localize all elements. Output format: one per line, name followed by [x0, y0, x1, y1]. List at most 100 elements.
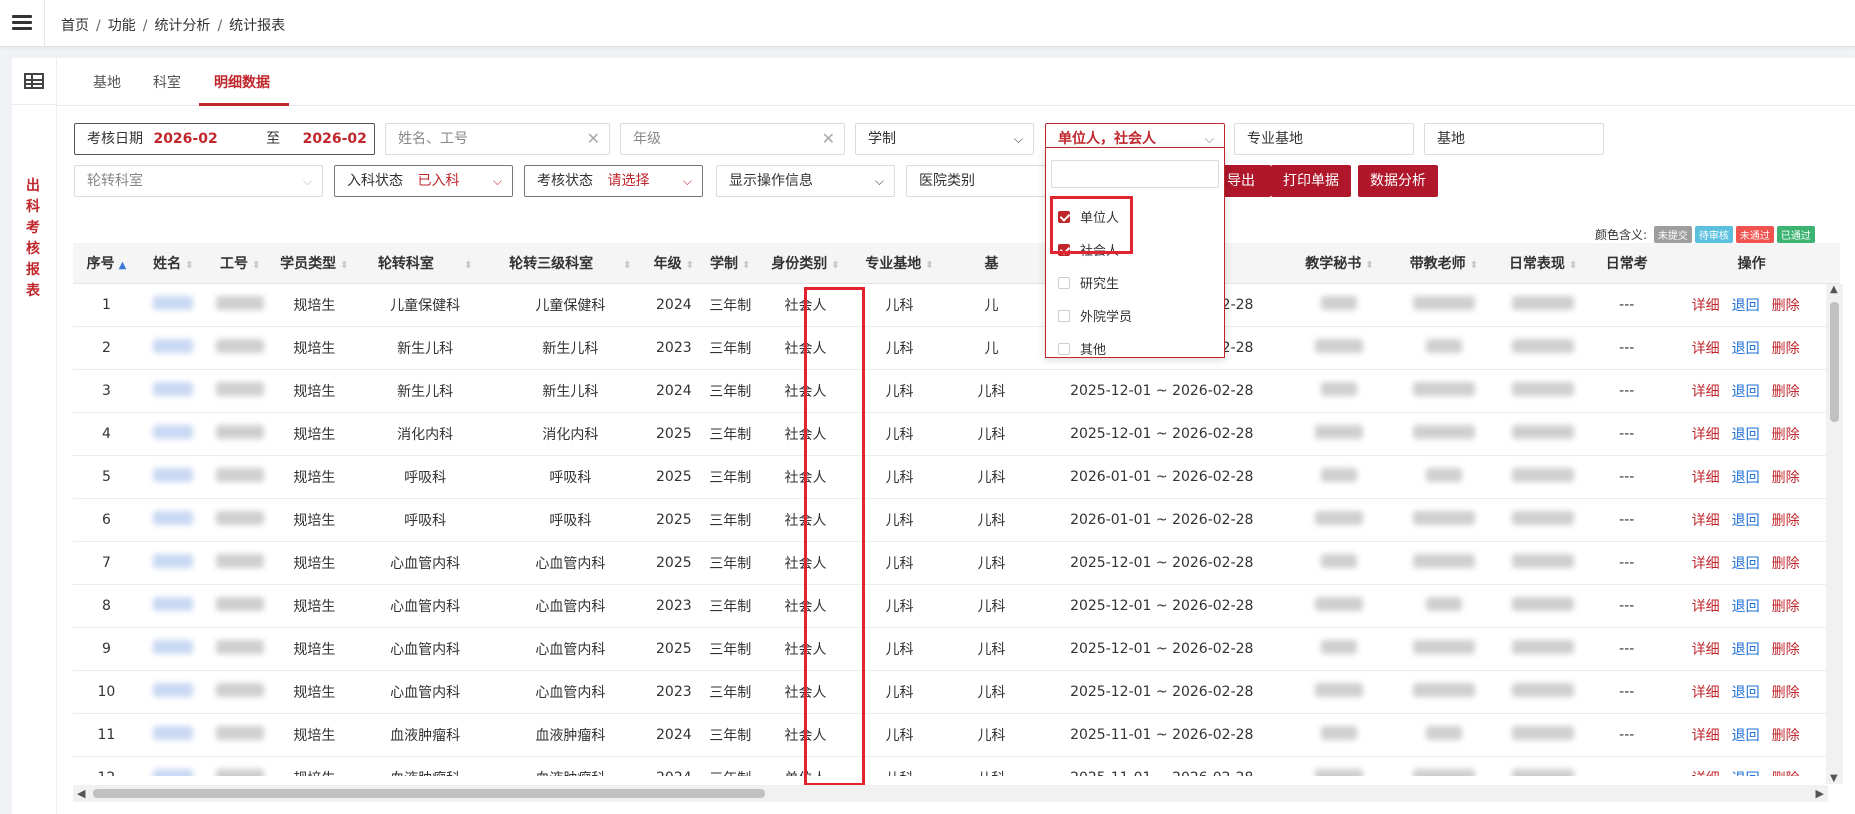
- name-link[interactable]: [153, 596, 194, 611]
- scrollbar-thumb[interactable]: [1830, 302, 1839, 422]
- name-link[interactable]: [153, 639, 194, 654]
- vertical-scrollbar[interactable]: ▲ ▼: [1826, 284, 1843, 784]
- col-header[interactable]: 学员类型 ⬍: [273, 243, 356, 284]
- data-analysis-button[interactable]: 数据分析: [1358, 165, 1438, 197]
- col-header[interactable]: 姓名 ⬍: [139, 243, 207, 284]
- scroll-down-icon[interactable]: ▼: [1830, 773, 1838, 784]
- cell-name[interactable]: [139, 670, 207, 714]
- back-link[interactable]: 退回: [1732, 470, 1760, 486]
- detail-link[interactable]: 详细: [1692, 685, 1720, 701]
- cell-name[interactable]: [139, 455, 207, 499]
- detail-link[interactable]: 详细: [1692, 513, 1720, 529]
- date-from[interactable]: 2026-02: [153, 131, 217, 147]
- name-link[interactable]: [153, 682, 194, 697]
- clear-icon[interactable]: ✕: [822, 124, 835, 154]
- checkbox-checked[interactable]: [1058, 244, 1070, 256]
- tab-detail[interactable]: 明细数据: [214, 72, 270, 92]
- name-link[interactable]: [153, 768, 194, 776]
- detail-link[interactable]: 详细: [1692, 728, 1720, 744]
- col-header[interactable]: 教学秘书 ⬍: [1287, 243, 1392, 284]
- breadcrumb-home[interactable]: 首页: [61, 18, 89, 34]
- back-link[interactable]: 退回: [1732, 728, 1760, 744]
- checkbox-checked[interactable]: [1058, 211, 1070, 223]
- name-link[interactable]: [153, 381, 194, 396]
- col-header[interactable]: 轮转三级科室 ⬍: [495, 243, 646, 284]
- back-link[interactable]: 退回: [1732, 599, 1760, 615]
- scroll-left-icon[interactable]: ◀: [77, 785, 85, 802]
- delete-link[interactable]: 删除: [1772, 384, 1800, 400]
- cell-name[interactable]: [139, 412, 207, 456]
- delete-link[interactable]: 删除: [1772, 341, 1800, 357]
- detail-link[interactable]: 详细: [1692, 470, 1720, 486]
- cell-name[interactable]: [139, 756, 207, 776]
- name-link[interactable]: [153, 553, 194, 568]
- detail-link[interactable]: 详细: [1692, 642, 1720, 658]
- back-link[interactable]: 退回: [1732, 513, 1760, 529]
- col-header[interactable]: 身份类别 ⬍: [758, 243, 853, 284]
- detail-link[interactable]: 详细: [1692, 556, 1720, 572]
- tab-base[interactable]: 基地: [93, 72, 121, 92]
- name-link[interactable]: [153, 725, 194, 740]
- scrollbar-thumb[interactable]: [93, 789, 765, 798]
- base-input[interactable]: 基地: [1424, 123, 1604, 155]
- report-title[interactable]: 出科考核报表: [26, 176, 42, 302]
- specialty-base-input[interactable]: 专业基地: [1234, 123, 1414, 155]
- date-range-picker[interactable]: 考核日期 2026-02 至 2026-02: [74, 123, 375, 155]
- detail-link[interactable]: 详细: [1692, 599, 1720, 615]
- back-link[interactable]: 退回: [1732, 556, 1760, 572]
- back-link[interactable]: 退回: [1732, 384, 1760, 400]
- scroll-up-icon[interactable]: ▲: [1830, 284, 1838, 295]
- cell-name[interactable]: [139, 541, 207, 585]
- cell-name[interactable]: [139, 326, 207, 370]
- back-link[interactable]: 退回: [1732, 427, 1760, 443]
- delete-link[interactable]: 删除: [1772, 771, 1800, 777]
- cell-name[interactable]: [139, 498, 207, 542]
- clear-icon[interactable]: ✕: [587, 124, 600, 154]
- col-header[interactable]: 带教老师 ⬍: [1391, 243, 1497, 284]
- col-header[interactable]: 年级 ⬍: [645, 243, 703, 284]
- breadcrumb-function[interactable]: 功能: [108, 18, 136, 34]
- name-link[interactable]: [153, 338, 194, 353]
- option-unit[interactable]: 单位人: [1058, 207, 1119, 226]
- cell-name[interactable]: [139, 627, 207, 671]
- detail-link[interactable]: 详细: [1692, 427, 1720, 443]
- tab-dept[interactable]: 科室: [153, 72, 181, 92]
- detail-link[interactable]: 详细: [1692, 771, 1720, 777]
- date-to[interactable]: 2026-02: [303, 131, 367, 147]
- breadcrumb-stats[interactable]: 统计分析: [154, 18, 210, 34]
- checkbox[interactable]: [1058, 310, 1070, 322]
- print-button[interactable]: 打印单据: [1271, 165, 1351, 197]
- delete-link[interactable]: 删除: [1772, 470, 1800, 486]
- scroll-right-icon[interactable]: ▶: [1816, 785, 1824, 802]
- col-header[interactable]: 轮转科室 ⬍: [355, 243, 496, 284]
- back-link[interactable]: 退回: [1732, 642, 1760, 658]
- col-header[interactable]: 工号 ⬍: [206, 243, 274, 284]
- back-link[interactable]: 退回: [1732, 685, 1760, 701]
- delete-link[interactable]: 删除: [1772, 427, 1800, 443]
- cell-name[interactable]: [139, 584, 207, 628]
- exam-status-select[interactable]: 考核状态 请选择 ⌵: [524, 165, 703, 197]
- dropdown-search-input[interactable]: [1051, 160, 1219, 188]
- system-select[interactable]: 学制 ⌵: [855, 123, 1034, 155]
- checkbox[interactable]: [1058, 277, 1070, 289]
- cell-name[interactable]: [139, 369, 207, 413]
- col-header[interactable]: 日常表现 ⬍: [1496, 243, 1591, 284]
- menu-icon[interactable]: [12, 15, 32, 31]
- delete-link[interactable]: 删除: [1772, 642, 1800, 658]
- horizontal-scrollbar[interactable]: ◀ ▶: [73, 785, 1828, 802]
- name-link[interactable]: [153, 467, 194, 482]
- entry-status-select[interactable]: 入科状态 已入科 ⌵: [334, 165, 513, 197]
- table-icon[interactable]: [24, 73, 44, 89]
- option-external[interactable]: 外院学员: [1058, 306, 1132, 325]
- name-link[interactable]: [153, 424, 194, 439]
- delete-link[interactable]: 删除: [1772, 298, 1800, 314]
- show-ops-select[interactable]: 显示操作信息 ⌵: [716, 165, 895, 197]
- name-link[interactable]: [153, 295, 194, 310]
- col-header[interactable]: 序号 ▲: [73, 243, 140, 284]
- option-graduate[interactable]: 研究生: [1058, 273, 1119, 292]
- name-link[interactable]: [153, 510, 194, 525]
- detail-link[interactable]: 详细: [1692, 341, 1720, 357]
- cell-name[interactable]: [139, 713, 207, 757]
- delete-link[interactable]: 删除: [1772, 685, 1800, 701]
- col-header[interactable]: 基: [946, 243, 1037, 284]
